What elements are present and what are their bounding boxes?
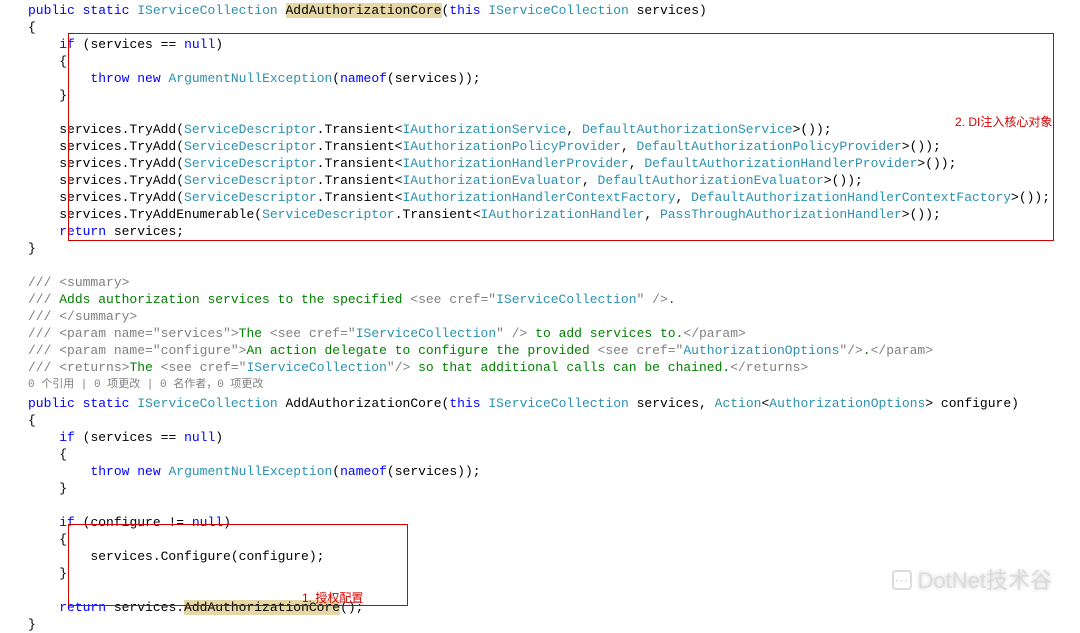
code-line: services.TryAdd(ServiceDescriptor.Transi…: [28, 138, 1080, 155]
code-line: [28, 257, 1080, 274]
code-line: {: [28, 446, 1080, 463]
code-line: /// <param name="configure">An action de…: [28, 342, 1080, 359]
code-line: }: [28, 87, 1080, 104]
code-line: services.TryAdd(ServiceDescriptor.Transi…: [28, 172, 1080, 189]
code-line: return services.AddAuthorizationCore();: [28, 599, 1080, 616]
code-line: services.TryAdd(ServiceDescriptor.Transi…: [28, 189, 1080, 206]
code-line: public static IServiceCollection AddAuth…: [28, 395, 1080, 412]
code-line: {: [28, 19, 1080, 36]
code-line: /// Adds authorization services to the s…: [28, 291, 1080, 308]
code-line: services.Configure(configure);: [28, 548, 1080, 565]
code-line: throw new ArgumentNullException(nameof(s…: [28, 70, 1080, 87]
code-line: {: [28, 412, 1080, 429]
code-line: /// <returns>The <see cref="IServiceColl…: [28, 359, 1080, 376]
code-line: if (services == null): [28, 36, 1080, 53]
code-editor[interactable]: public static IServiceCollection AddAuth…: [28, 2, 1080, 633]
codelens[interactable]: 0 个引用 | 0 项更改 | 0 名作者，0 项更改: [28, 377, 1080, 394]
code-line: if (configure != null): [28, 514, 1080, 531]
code-line: [28, 497, 1080, 514]
code-line: }: [28, 565, 1080, 582]
code-line: /// <summary>: [28, 274, 1080, 291]
code-line: services.TryAdd(ServiceDescriptor.Transi…: [28, 121, 1080, 138]
code-line: throw new ArgumentNullException(nameof(s…: [28, 463, 1080, 480]
code-line: /// </summary>: [28, 308, 1080, 325]
code-line: public static IServiceCollection AddAuth…: [28, 2, 1080, 19]
code-line: return services;: [28, 223, 1080, 240]
code-line: services.TryAddEnumerable(ServiceDescrip…: [28, 206, 1080, 223]
code-line: if (services == null): [28, 429, 1080, 446]
code-line: services.TryAdd(ServiceDescriptor.Transi…: [28, 155, 1080, 172]
code-line: {: [28, 53, 1080, 70]
code-line: /// <param name="services">The <see cref…: [28, 325, 1080, 342]
code-line: {: [28, 531, 1080, 548]
code-line: }: [28, 240, 1080, 257]
code-line: }: [28, 480, 1080, 497]
code-line: }: [28, 616, 1080, 633]
code-line: [28, 104, 1080, 121]
code-line: [28, 582, 1080, 599]
